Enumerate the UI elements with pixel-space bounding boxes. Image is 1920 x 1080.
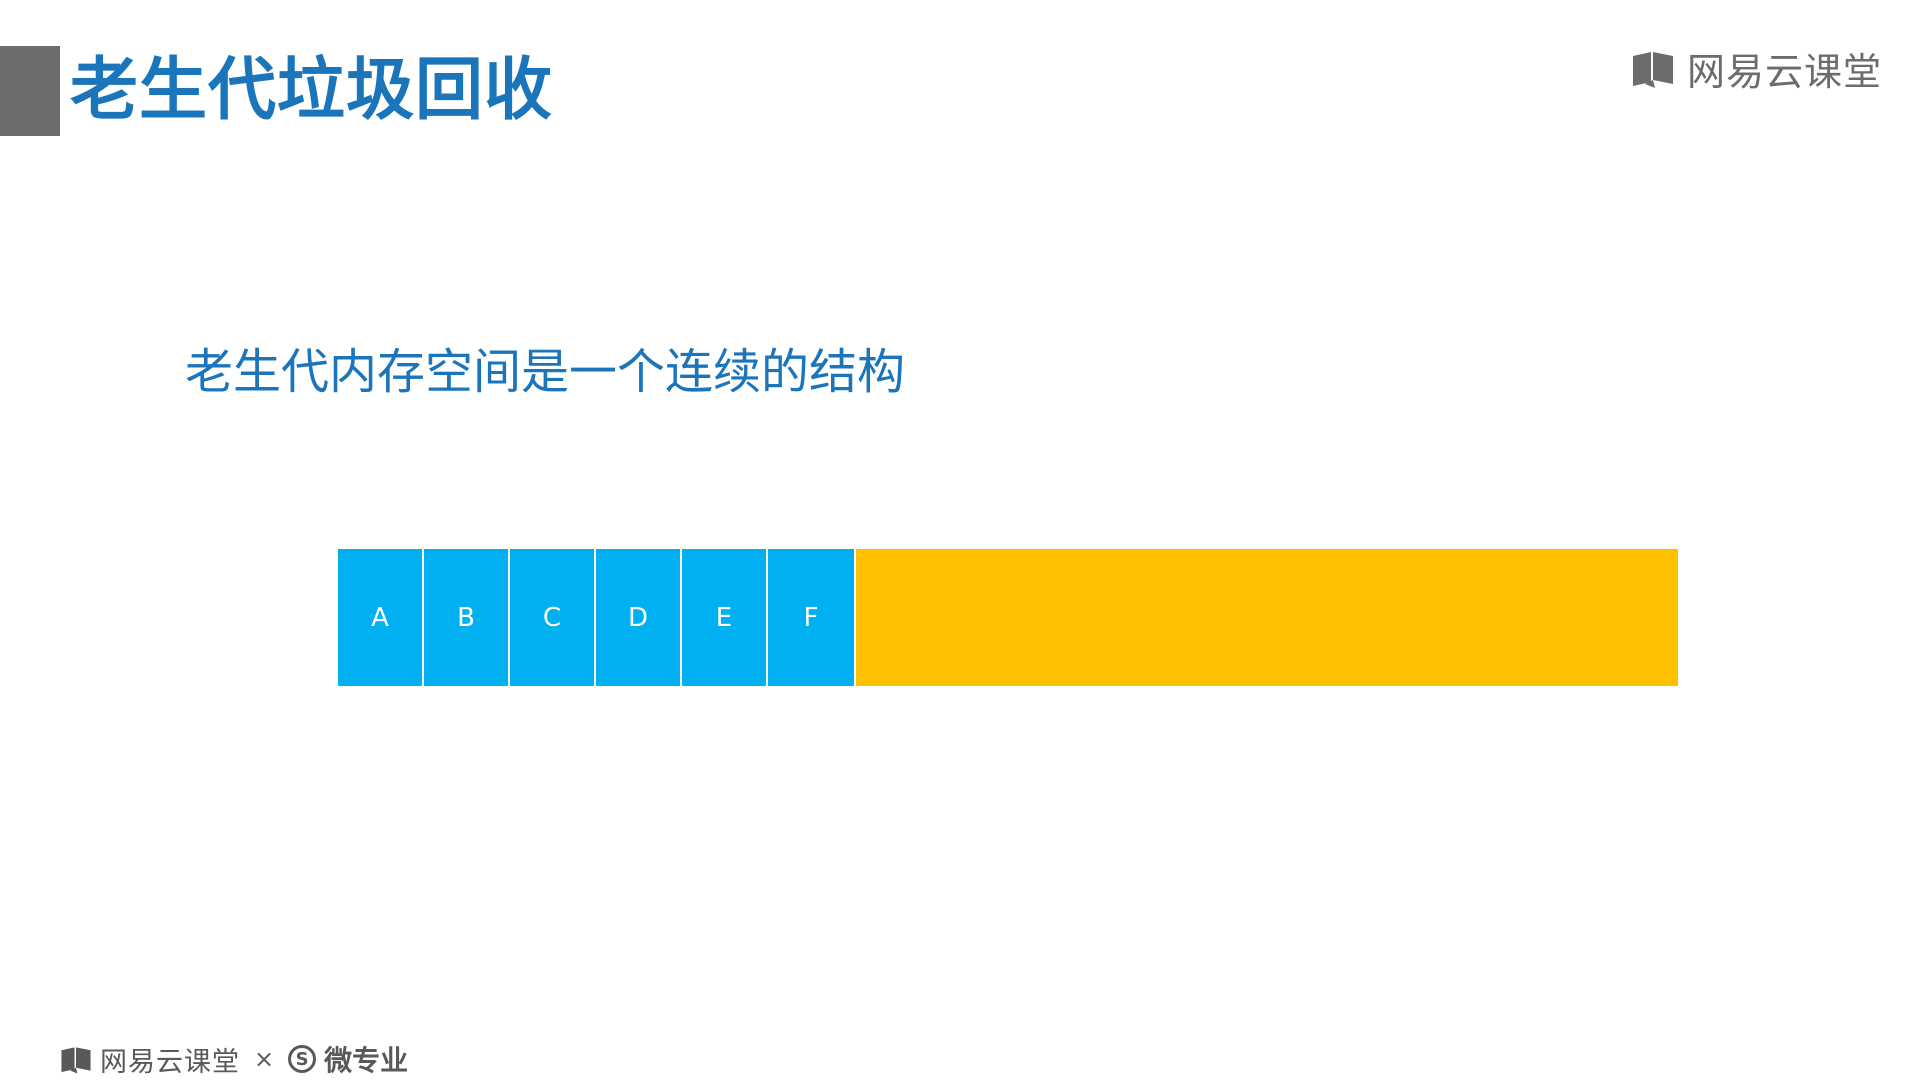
brand-logo-top-right: 网易云课堂 [1631, 46, 1882, 94]
footer-branding: 网易云课堂 × S 微专业 [60, 1042, 409, 1078]
footer-brand-name: 网易云课堂 [100, 1046, 240, 1078]
book-icon [61, 1047, 91, 1074]
memory-block-c: C [510, 549, 596, 686]
free-memory-space [856, 549, 1678, 686]
memory-block-e: E [682, 549, 768, 686]
footer-program-name: 微专业 [324, 1044, 409, 1077]
memory-block-d: D [596, 549, 682, 686]
brand-name: 网易云课堂 [1686, 49, 1882, 94]
title-accent-bar [0, 46, 60, 136]
subtitle: 老生代内存空间是一个连续的结构 [185, 344, 906, 400]
book-icon [1632, 52, 1673, 88]
memory-block-f: F [768, 549, 856, 686]
memory-block-b: B [424, 549, 510, 686]
s-badge-icon: S [288, 1045, 317, 1073]
footer-separator: × [254, 1045, 275, 1073]
memory-block-a: A [338, 549, 424, 686]
slide-title: 老生代垃圾回收 [70, 51, 554, 130]
old-generation-memory-bar: A B C D E F [338, 549, 1678, 686]
